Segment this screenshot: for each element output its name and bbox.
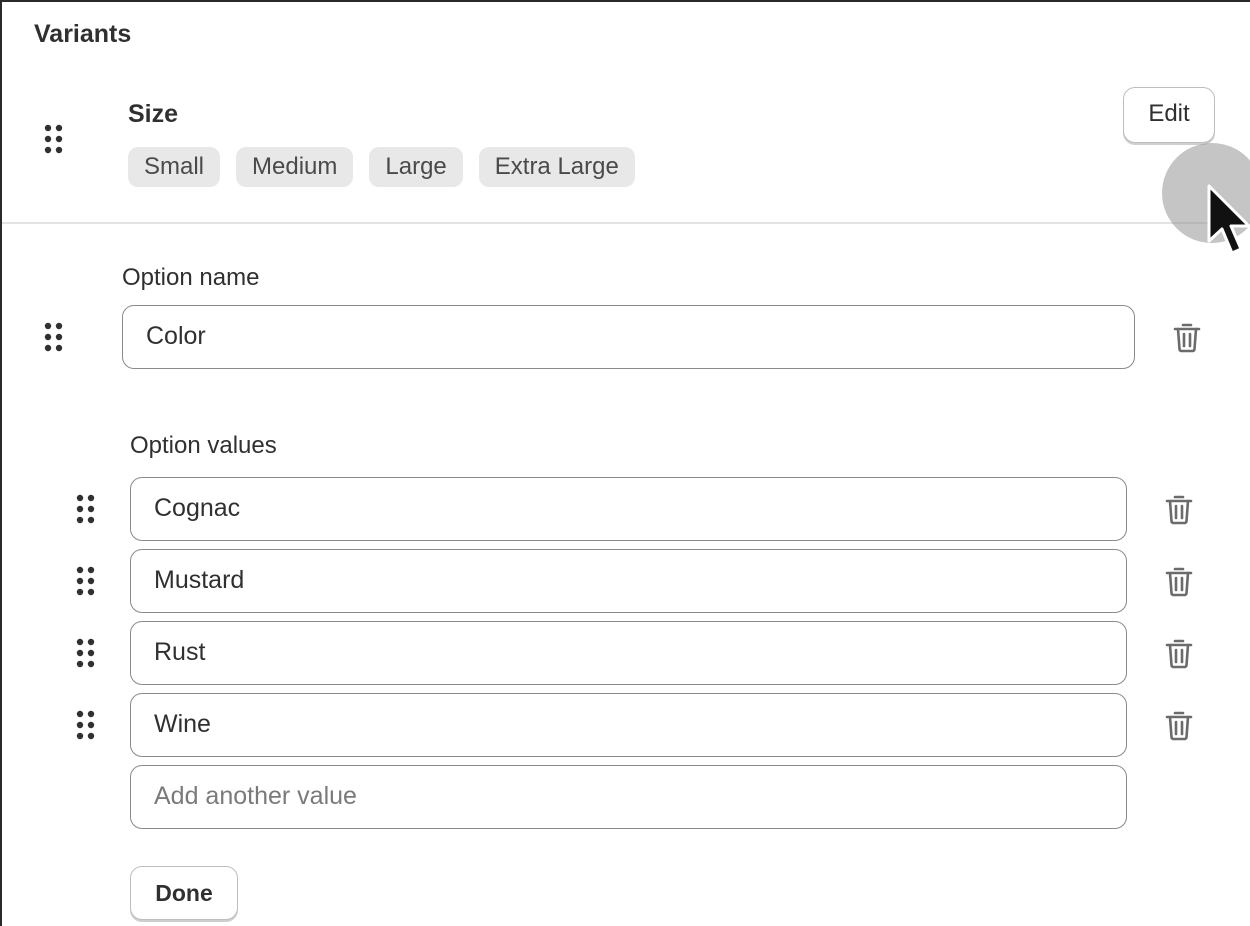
add-value-input[interactable]: Add another value <box>130 765 1127 829</box>
card-title: Variants <box>34 20 132 48</box>
trash-icon[interactable] <box>1173 321 1201 353</box>
option-value-input[interactable]: Rust <box>130 621 1127 685</box>
value-chip: Small <box>128 147 221 187</box>
trash-icon[interactable] <box>1165 493 1193 525</box>
option-value-input[interactable]: Mustard <box>130 549 1127 613</box>
value-chip: Large <box>369 147 463 187</box>
drag-handle-icon[interactable] <box>75 565 97 597</box>
size-values-list: Small Medium Large Extra Large <box>128 147 635 187</box>
size-option-name: Size <box>128 100 179 128</box>
drag-handle-icon[interactable] <box>75 637 97 669</box>
drag-handle-icon[interactable] <box>43 123 65 155</box>
divider <box>2 222 1250 224</box>
done-button[interactable]: Done <box>130 866 238 920</box>
trash-icon[interactable] <box>1165 637 1193 669</box>
option-value-input[interactable]: Cognac <box>130 477 1127 541</box>
edit-button[interactable]: Edit <box>1123 87 1215 143</box>
option-value-input[interactable]: Wine <box>130 693 1127 757</box>
trash-icon[interactable] <box>1165 565 1193 597</box>
variants-card: Variants Size Small Medium Large Extra L… <box>0 0 1250 926</box>
drag-handle-icon[interactable] <box>43 321 65 353</box>
value-chip: Medium <box>236 147 354 187</box>
drag-handle-icon[interactable] <box>75 709 97 741</box>
option-name-input[interactable]: Color <box>122 305 1135 369</box>
trash-icon[interactable] <box>1165 709 1193 741</box>
value-chip: Extra Large <box>478 147 635 187</box>
drag-handle-icon[interactable] <box>75 493 97 525</box>
option-values-label: Option values <box>130 432 277 459</box>
option-name-label: Option name <box>122 264 260 291</box>
mouse-pointer-icon <box>1205 183 1250 257</box>
